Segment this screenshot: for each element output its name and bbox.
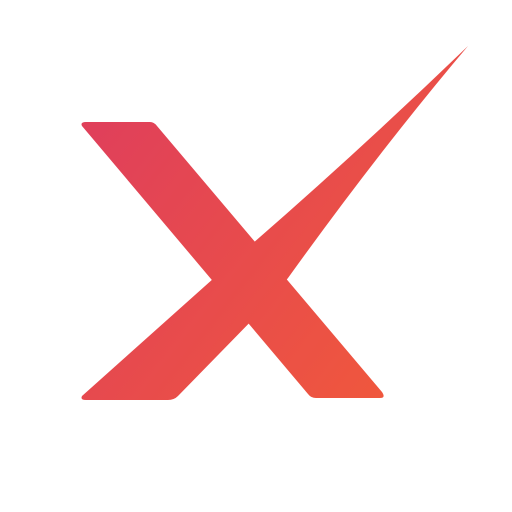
logo-canvas [0,0,512,512]
x-mark-logo-icon [81,46,468,400]
